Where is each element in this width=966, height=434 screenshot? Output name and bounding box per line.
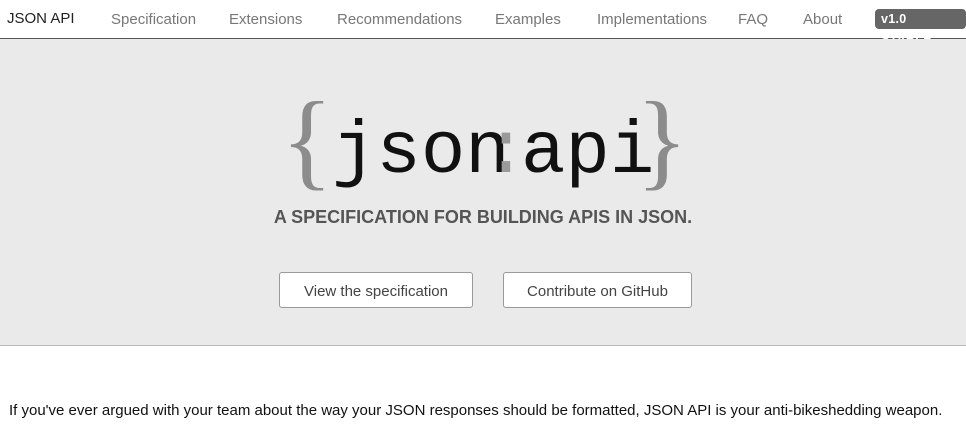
nav-link-about[interactable]: About bbox=[803, 11, 842, 28]
nav-link-extensions[interactable]: Extensions bbox=[229, 11, 302, 28]
brand-link[interactable]: JSON API bbox=[7, 10, 75, 27]
hero-tagline: A SPECIFICATION FOR BUILDING APIS IN JSO… bbox=[273, 207, 693, 227]
nav-link-specification[interactable]: Specification bbox=[111, 11, 196, 28]
nav-link-implementations[interactable]: Implementations bbox=[597, 11, 707, 28]
nav-link-faq[interactable]: FAQ bbox=[738, 11, 768, 28]
top-navbar: JSON API Specification Extensions Recomm… bbox=[0, 0, 966, 46]
json-api-logo: { json : api } bbox=[281, 84, 688, 194]
logo-word-api: api bbox=[521, 111, 654, 194]
logo-close-brace: } bbox=[636, 84, 688, 194]
logo-open-brace: { bbox=[281, 84, 333, 194]
hero-section: { json : api } A SPECIFICATION FOR BUILD… bbox=[0, 39, 966, 346]
intro-paragraph: If you've ever argued with your team abo… bbox=[9, 402, 943, 419]
contribute-github-button[interactable]: Contribute on GitHub bbox=[503, 272, 692, 308]
nav-link-recommendations[interactable]: Recommendations bbox=[337, 11, 462, 28]
view-specification-button[interactable]: View the specification bbox=[279, 272, 473, 308]
version-badge[interactable]: v1.0 STABLE bbox=[875, 9, 966, 46]
nav-link-examples[interactable]: Examples bbox=[495, 11, 561, 28]
